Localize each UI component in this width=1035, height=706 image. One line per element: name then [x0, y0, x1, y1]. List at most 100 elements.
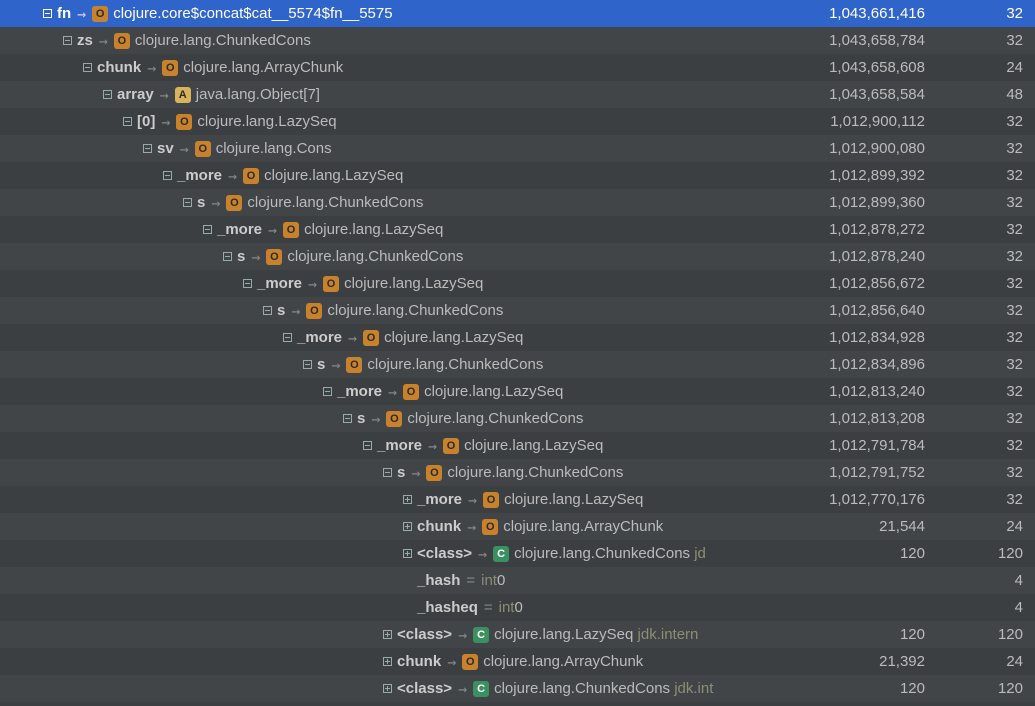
field-name: _more: [297, 329, 342, 346]
field-name: array: [117, 86, 154, 103]
field-name: chunk: [417, 518, 461, 535]
retained-size: 1,012,834,928: [785, 329, 933, 346]
field-name: _hash: [417, 572, 460, 589]
tree-row[interactable]: _more→Oclojure.lang.LazySeq1,012,878,272…: [0, 216, 1035, 243]
arrow-icon: →: [458, 680, 467, 698]
collapse-toggle-icon[interactable]: [300, 358, 314, 372]
tree-row[interactable]: _more→Oclojure.lang.LazySeq1,012,791,784…: [0, 432, 1035, 459]
class-name: clojure.lang.LazySeq: [494, 626, 633, 643]
tree-row[interactable]: chunk→Oclojure.lang.ArrayChunk21,54424: [0, 513, 1035, 540]
retained-size: 21,544: [785, 518, 933, 535]
tree-row[interactable]: <class>→Cclojure.lang.LazySeq jdk.intern…: [0, 621, 1035, 648]
field-name: chunk: [97, 59, 141, 76]
object-badge-icon: O: [114, 33, 130, 49]
field-name: s: [237, 248, 245, 265]
tree-row[interactable]: _more→Oclojure.lang.LazySeq1,012,813,240…: [0, 378, 1035, 405]
tree-row[interactable]: s→Oclojure.lang.ChunkedCons1,012,878,240…: [0, 243, 1035, 270]
field-name: _more: [177, 167, 222, 184]
tree-row[interactable]: fn→Oclojure.core$concat$cat__5574$fn__55…: [0, 0, 1035, 27]
collapse-toggle-icon[interactable]: [140, 142, 154, 156]
collapse-toggle-icon[interactable]: [40, 7, 54, 21]
shallow-size: 120: [933, 626, 1035, 643]
tree-row[interactable]: _hasheq=int 04: [0, 594, 1035, 621]
collapse-toggle-icon[interactable]: [220, 250, 234, 264]
arrow-icon: →: [147, 59, 156, 77]
shallow-size: 24: [933, 653, 1035, 670]
shallow-size: 4: [933, 572, 1035, 589]
tree-row[interactable]: zs→Oclojure.lang.ChunkedCons1,043,658,78…: [0, 27, 1035, 54]
expand-toggle-icon[interactable]: [400, 547, 414, 561]
collapse-toggle-icon[interactable]: [80, 61, 94, 75]
shallow-size: 32: [933, 113, 1035, 130]
collapse-toggle-icon[interactable]: [320, 385, 334, 399]
class-name: clojure.lang.ChunkedCons: [494, 680, 670, 697]
arrow-icon: →: [411, 464, 420, 482]
arrow-icon: →: [291, 302, 300, 320]
collapse-toggle-icon[interactable]: [240, 277, 254, 291]
class-name: clojure.lang.ArrayChunk: [183, 59, 343, 76]
collapse-toggle-icon[interactable]: [160, 169, 174, 183]
collapse-toggle-icon[interactable]: [260, 304, 274, 318]
collapse-toggle-icon[interactable]: [120, 115, 134, 129]
retained-size: 1,043,658,584: [785, 86, 933, 103]
field-name: _more: [417, 491, 462, 508]
arrow-icon: →: [161, 113, 170, 131]
tree-row[interactable]: s→Oclojure.lang.ChunkedCons1,012,813,208…: [0, 405, 1035, 432]
retained-size: 1,043,658,608: [785, 59, 933, 76]
expand-toggle-icon[interactable]: [380, 655, 394, 669]
primitive-value: 0: [497, 572, 505, 589]
field-name: s: [317, 356, 325, 373]
tree-row[interactable]: chunk→Oclojure.lang.ArrayChunk21,39224: [0, 648, 1035, 675]
arrow-icon: →: [160, 86, 169, 104]
class-name: java.lang.Object[7]: [196, 86, 320, 103]
class-name: clojure.lang.ChunkedCons: [514, 545, 690, 562]
tree-row[interactable]: <class>→Cclojure.lang.ChunkedCons jd1201…: [0, 540, 1035, 567]
shallow-size: 32: [933, 140, 1035, 157]
collapse-toggle-icon[interactable]: [200, 223, 214, 237]
tree-row[interactable]: sv→Oclojure.lang.Cons1,012,900,08032: [0, 135, 1035, 162]
shallow-size: 32: [933, 5, 1035, 22]
tree-row[interactable]: s→Oclojure.lang.ChunkedCons1,012,834,896…: [0, 351, 1035, 378]
retained-size: 1,012,856,640: [785, 302, 933, 319]
expand-toggle-icon[interactable]: [400, 493, 414, 507]
tree-row[interactable]: _more→Oclojure.lang.LazySeq1,012,856,672…: [0, 270, 1035, 297]
tree-row[interactable]: s→Oclojure.lang.ChunkedCons1,012,856,640…: [0, 297, 1035, 324]
tree-row[interactable]: [0]→Oclojure.lang.LazySeq1,012,900,11232: [0, 108, 1035, 135]
expand-toggle-icon[interactable]: [380, 682, 394, 696]
collapse-toggle-icon[interactable]: [180, 196, 194, 210]
tree-row[interactable]: s→Oclojure.lang.ChunkedCons1,012,899,360…: [0, 189, 1035, 216]
object-badge-icon: O: [426, 465, 442, 481]
field-name: <class>: [397, 680, 452, 697]
arrow-icon: →: [348, 329, 357, 347]
class-name: clojure.lang.LazySeq: [344, 275, 483, 292]
arrow-icon: →: [371, 410, 380, 428]
field-name: s: [357, 410, 365, 427]
arrow-icon: →: [467, 518, 476, 536]
collapse-toggle-icon[interactable]: [360, 439, 374, 453]
expand-toggle-icon[interactable]: [380, 628, 394, 642]
retained-size: 1,012,834,896: [785, 356, 933, 373]
collapse-toggle-icon[interactable]: [280, 331, 294, 345]
collapse-toggle-icon[interactable]: [340, 412, 354, 426]
expand-toggle-icon[interactable]: [400, 520, 414, 534]
collapse-toggle-icon[interactable]: [100, 88, 114, 102]
tree-row[interactable]: _more→Oclojure.lang.LazySeq1,012,770,176…: [0, 486, 1035, 513]
object-badge-icon: O: [462, 654, 478, 670]
tree-row[interactable]: <class>→Cclojure.lang.ChunkedCons jdk.in…: [0, 675, 1035, 702]
tree-row[interactable]: _more→Oclojure.lang.LazySeq1,012,834,928…: [0, 324, 1035, 351]
collapse-toggle-icon[interactable]: [380, 466, 394, 480]
shallow-size: 32: [933, 32, 1035, 49]
object-badge-icon: O: [226, 195, 242, 211]
tree-row[interactable]: _hash=int 04: [0, 567, 1035, 594]
tree-row[interactable]: _more→Oclojure.lang.LazySeq1,012,899,392…: [0, 162, 1035, 189]
shallow-size: 48: [933, 86, 1035, 103]
memory-tree[interactable]: fn→Oclojure.core$concat$cat__5574$fn__55…: [0, 0, 1035, 706]
shallow-size: 32: [933, 275, 1035, 292]
arrow-icon: →: [308, 275, 317, 293]
collapse-toggle-icon[interactable]: [60, 34, 74, 48]
tree-row[interactable]: s→Oclojure.lang.ChunkedCons1,012,791,752…: [0, 459, 1035, 486]
retained-size: 1,043,658,784: [785, 32, 933, 49]
class-name: clojure.lang.LazySeq: [424, 383, 563, 400]
tree-row[interactable]: chunk→Oclojure.lang.ArrayChunk1,043,658,…: [0, 54, 1035, 81]
tree-row[interactable]: array→Ajava.lang.Object[7]1,043,658,5844…: [0, 81, 1035, 108]
